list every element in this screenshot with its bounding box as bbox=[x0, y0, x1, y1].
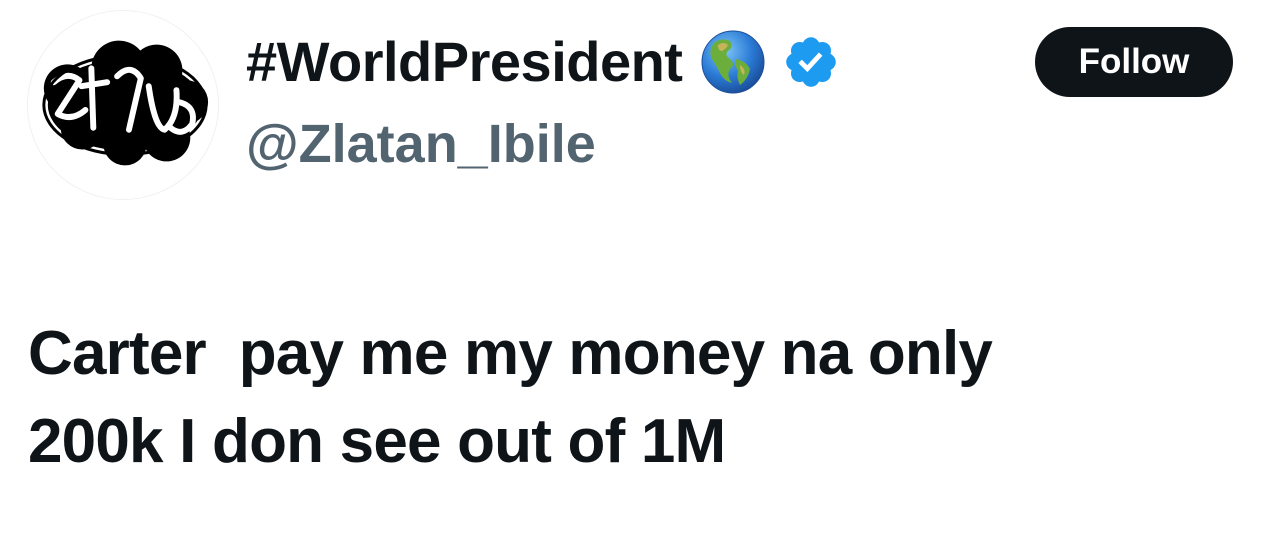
verified-badge-icon[interactable] bbox=[782, 33, 840, 91]
zlatan-logo-avatar-icon bbox=[29, 11, 217, 199]
globe-americas-icon bbox=[701, 30, 765, 94]
tweet-text-line-1: Carter pay me my money na only bbox=[28, 319, 993, 388]
tweet-text-line-2: 200k I don see out of 1M bbox=[28, 407, 726, 476]
display-name-row: #WorldPresident bbox=[246, 22, 840, 102]
user-handle[interactable]: @Zlatan_Ibile bbox=[246, 112, 596, 176]
tweet-text: Carter pay me my money na only 200k I do… bbox=[28, 310, 1258, 486]
display-name[interactable]: #WorldPresident bbox=[246, 34, 683, 90]
avatar[interactable] bbox=[27, 10, 219, 200]
follow-button[interactable]: Follow bbox=[1035, 27, 1233, 97]
